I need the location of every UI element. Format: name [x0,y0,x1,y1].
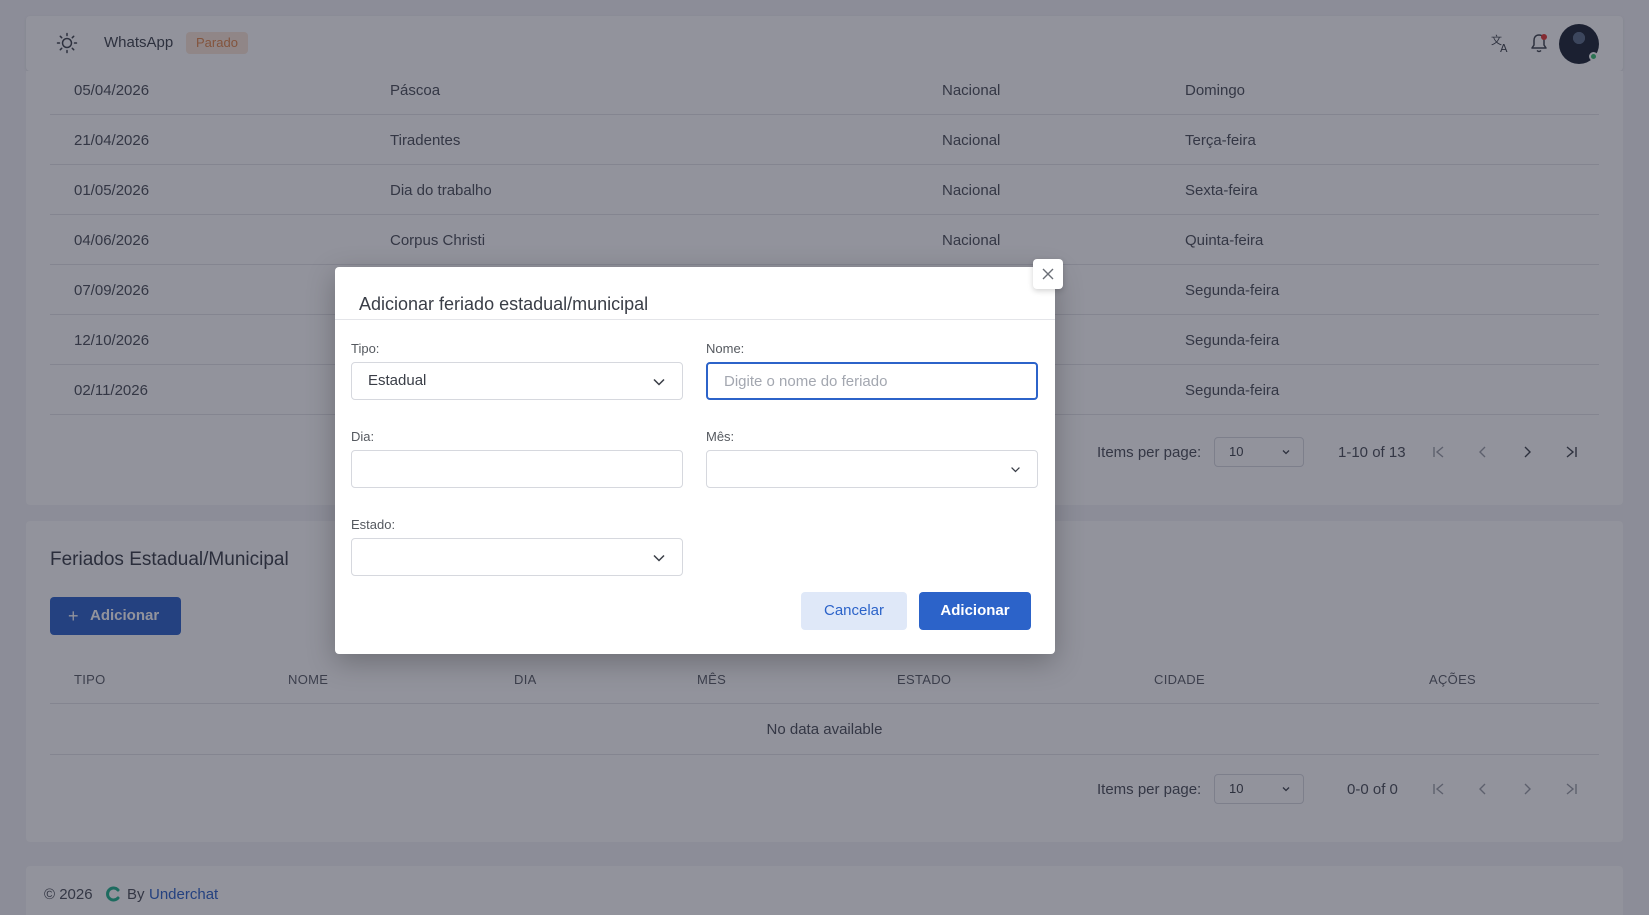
nome-label: Nome: [706,341,745,356]
nome-input[interactable] [706,362,1038,400]
submit-add-button[interactable]: Adicionar [919,592,1031,630]
dialog-divider [335,319,1055,320]
chevron-down-icon [653,554,665,562]
tipo-value: Estadual [368,372,427,389]
add-holiday-dialog: Adicionar feriado estadual/municipal Tip… [335,267,1055,654]
tipo-label: Tipo: [351,341,380,356]
close-icon [1042,268,1054,280]
estado-select[interactable] [351,538,683,576]
mes-label: Mês: [706,429,735,444]
dialog-close-button[interactable] [1033,259,1063,289]
dia-label: Dia: [351,429,375,444]
chevron-down-icon [1011,467,1020,473]
estado-label: Estado: [351,517,396,532]
mes-select[interactable] [706,450,1038,488]
dialog-title: Adicionar feriado estadual/municipal [359,294,649,314]
tipo-select[interactable]: Estadual [351,362,683,400]
dia-input[interactable] [351,450,683,488]
chevron-down-icon [653,378,665,386]
page: WhatsApp Parado 文 A 05/04/2026 Páscoa Na… [0,0,1649,915]
cancel-button[interactable]: Cancelar [801,592,907,630]
